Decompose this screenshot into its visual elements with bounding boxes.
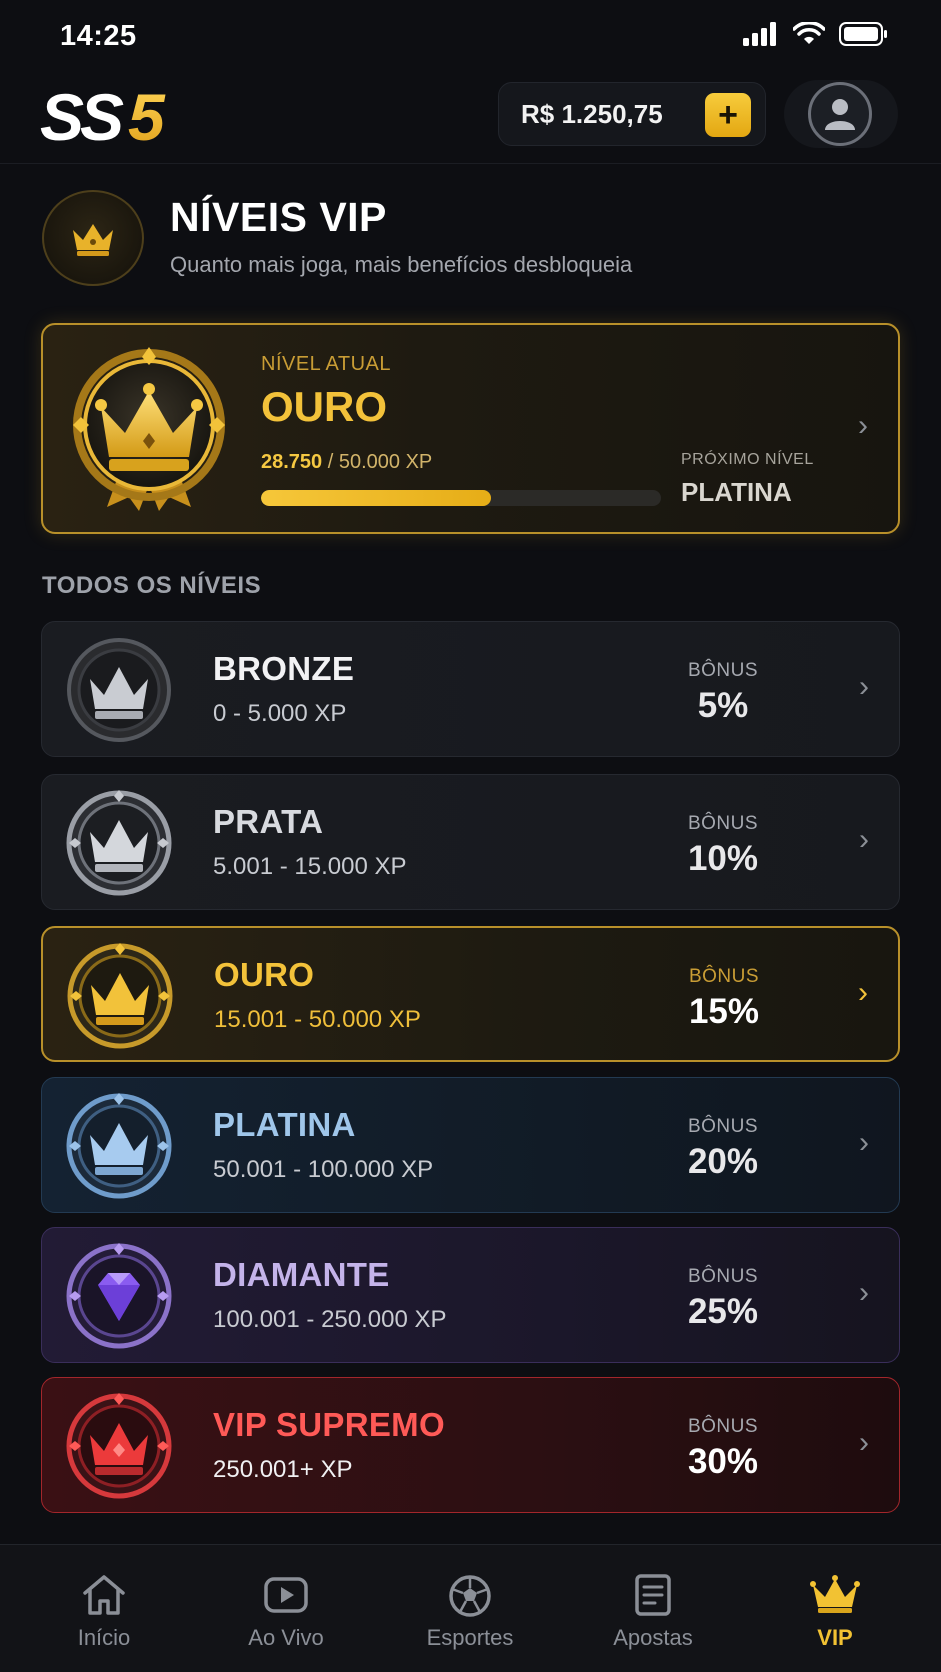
chevron-right-icon: › — [859, 670, 869, 703]
xp-progress-fill — [261, 490, 491, 506]
battery-icon — [839, 22, 887, 46]
tab-label: Ao Vivo — [248, 1625, 324, 1650]
bonus-value: 30% — [687, 1442, 759, 1481]
level-xp-range: 100.001 - 250.000 XP — [213, 1306, 447, 1333]
xp-progress-text: 28.750 / 50.000 XP — [261, 451, 432, 474]
level-card-ouro[interactable]: OURO 15.001 - 50.000 XP BÔNUS 15% › — [41, 926, 900, 1062]
avatar[interactable] — [808, 82, 872, 146]
bronze-medal-icon — [67, 638, 171, 742]
level-name: DIAMANTE — [213, 1256, 390, 1293]
xp-target: / 50.000 XP — [322, 451, 433, 473]
balance-pill[interactable]: R$ 1.250,75 + — [498, 82, 766, 146]
profile-button[interactable] — [784, 80, 898, 148]
level-card-bronze[interactable]: BRONZE 0 - 5.000 XP BÔNUS 5% › — [41, 621, 900, 757]
wifi-icon — [793, 22, 825, 44]
xp-current: 28.750 — [261, 451, 323, 473]
crown-icon — [73, 224, 113, 256]
level-name: PLATINA — [213, 1106, 356, 1143]
crown-icon — [810, 1575, 860, 1613]
bonus-value: 10% — [687, 839, 759, 878]
status-bar: 14:25 — [0, 0, 941, 72]
tab-ao-vivo[interactable]: Ao Vivo — [211, 1545, 361, 1672]
page-header: NÍVEIS VIP Quanto mais joga, mais benefí… — [42, 190, 902, 290]
bonus-value: 5% — [697, 686, 749, 725]
tab-apostas[interactable]: Apostas — [578, 1545, 728, 1672]
balance-amount: R$ 1.250,75 — [521, 98, 663, 129]
svg-text:SS: SS — [40, 80, 124, 152]
level-xp-range: 50.001 - 100.000 XP — [213, 1156, 434, 1183]
bonus-value: 20% — [687, 1142, 759, 1181]
xp-progress-bar — [261, 490, 661, 506]
next-level-name: PLATINA — [681, 477, 792, 507]
current-level-label: NÍVEL ATUAL — [261, 353, 391, 375]
level-card-platina[interactable]: PLATINA 50.001 - 100.000 XP BÔNUS 20% › — [41, 1077, 900, 1213]
supreme-medal-icon — [66, 1393, 172, 1499]
page-title: NÍVEIS VIP — [170, 194, 387, 240]
level-card-diamante[interactable]: DIAMANTE 100.001 - 250.000 XP BÔNUS 25% … — [41, 1227, 900, 1363]
bets-icon — [635, 1574, 671, 1616]
level-name: PRATA — [213, 803, 324, 840]
chevron-right-icon: › — [858, 409, 868, 442]
level-name: VIP SUPREMO — [213, 1406, 445, 1443]
live-icon — [264, 1577, 308, 1613]
tab-inicio[interactable]: Início — [29, 1545, 179, 1672]
vip-badge — [42, 190, 144, 286]
level-xp-range: 0 - 5.000 XP — [213, 700, 347, 727]
tab-label: VIP — [817, 1625, 853, 1650]
page-subtitle: Quanto mais joga, mais benefícios desblo… — [170, 252, 633, 277]
gold-medal-icon — [73, 347, 225, 511]
gold-medal-icon — [67, 943, 173, 1049]
current-level-name: OURO — [261, 383, 387, 430]
svg-text:5: 5 — [128, 80, 166, 152]
diamond-medal-icon — [66, 1243, 172, 1349]
current-level-card[interactable]: NÍVEL ATUAL OURO 28.750 / 50.000 XP PRÓX… — [41, 323, 900, 534]
status-icons — [743, 22, 889, 46]
level-xp-range: 250.001+ XP — [213, 1456, 353, 1483]
bonus-label: BÔNUS — [687, 1266, 759, 1287]
bonus-value: 25% — [687, 1292, 759, 1331]
app-header: SS 5 R$ 1.250,75 + — [0, 72, 941, 164]
ball-icon — [449, 1575, 491, 1617]
section-heading: TODOS OS NÍVEIS — [42, 572, 262, 599]
home-icon — [83, 1575, 125, 1615]
chevron-right-icon: › — [859, 1276, 869, 1309]
tab-vip[interactable]: VIP — [760, 1545, 910, 1672]
platinum-medal-icon — [66, 1093, 172, 1199]
tab-label: Esportes — [426, 1625, 514, 1650]
level-name: OURO — [214, 956, 315, 993]
level-card-vip-supremo[interactable]: VIP SUPREMO 250.001+ XP BÔNUS 30% › — [41, 1377, 900, 1513]
user-icon — [825, 99, 855, 130]
add-funds-button[interactable]: + — [705, 93, 751, 137]
status-time: 14:25 — [60, 20, 137, 52]
tab-label: Apostas — [613, 1625, 693, 1650]
ss5-logo[interactable]: SS 5 — [40, 80, 190, 152]
bonus-label: BÔNUS — [687, 1416, 759, 1437]
level-xp-range: 5.001 - 15.000 XP — [213, 853, 407, 880]
bonus-label: BÔNUS — [687, 813, 759, 834]
chevron-right-icon: › — [859, 823, 869, 856]
bonus-label: BÔNUS — [688, 966, 760, 987]
level-xp-range: 15.001 - 50.000 XP — [214, 1006, 421, 1033]
chevron-right-icon: › — [859, 1126, 869, 1159]
chevron-right-icon: › — [859, 1426, 869, 1459]
bonus-value: 15% — [688, 992, 760, 1031]
bottom-tab-bar: Início Ao Vivo Esportes Apostas VIP — [0, 1544, 941, 1672]
chevron-right-icon: › — [858, 976, 868, 1009]
signal-icon — [743, 22, 776, 46]
level-card-prata[interactable]: PRATA 5.001 - 15.000 XP BÔNUS 10% › — [41, 774, 900, 910]
next-level-label: PRÓXIMO NÍVEL — [681, 451, 814, 468]
bonus-label: BÔNUS — [687, 660, 759, 681]
silver-medal-icon — [66, 790, 172, 896]
tab-esportes[interactable]: Esportes — [395, 1545, 545, 1672]
tab-label: Início — [77, 1625, 131, 1650]
bonus-label: BÔNUS — [687, 1116, 759, 1137]
level-name: BRONZE — [213, 650, 355, 687]
